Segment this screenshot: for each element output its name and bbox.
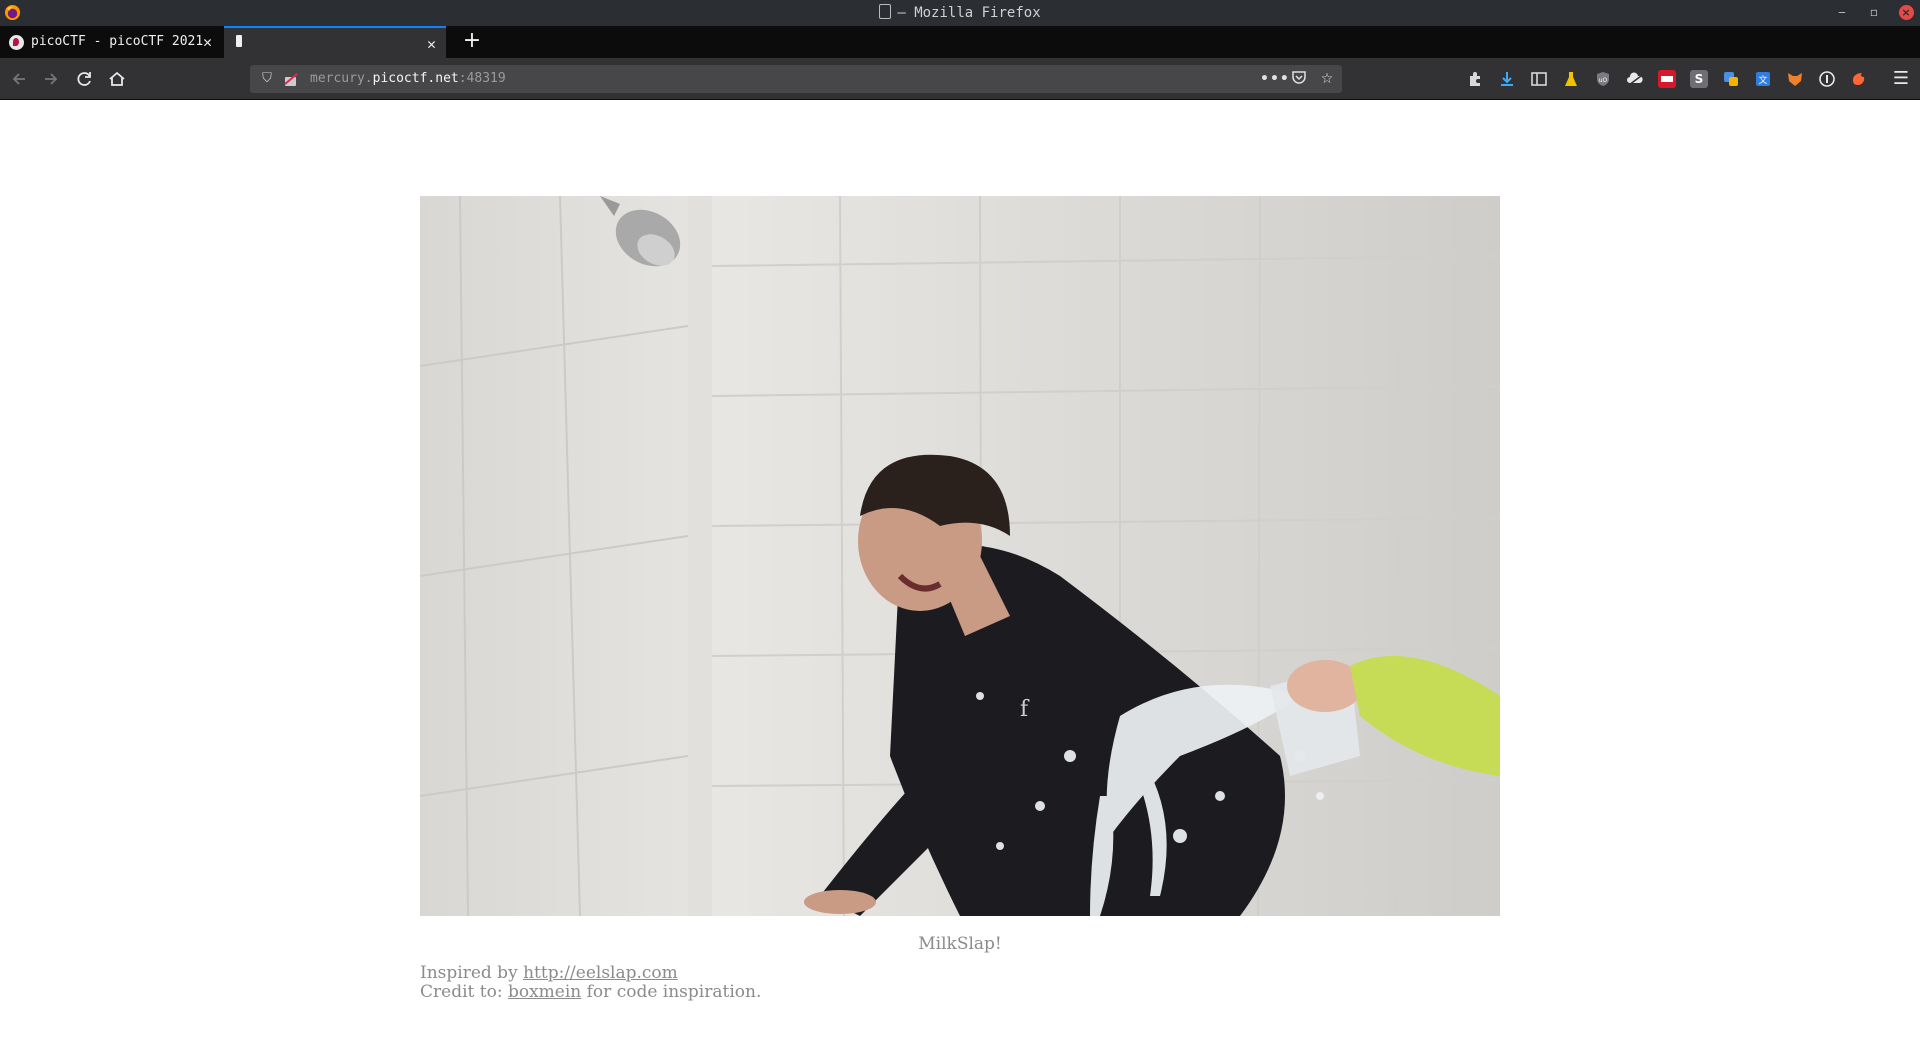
window-title: — Mozilla Firefox <box>0 0 1920 26</box>
tab-strip: picoCTF - picoCTF 2021 ✕ ✕ <box>0 26 1920 58</box>
bookmark-star-icon[interactable]: ☆ <box>1316 69 1338 89</box>
translate-icon[interactable] <box>1722 70 1740 88</box>
credits-block: Inspired by http://eelslap.com Credit to… <box>420 964 761 1002</box>
reload-icon <box>77 72 91 86</box>
url-port: :48319 <box>458 71 506 86</box>
pocket-icon[interactable] <box>1288 69 1310 89</box>
wappalyzer-icon[interactable]: 文 <box>1754 70 1772 88</box>
url-host: picoctf.net <box>372 71 459 86</box>
eelslap-link[interactable]: http://eelslap.com <box>523 963 678 983</box>
inspired-line: Inspired by http://eelslap.com <box>420 964 761 983</box>
tab-close-icon[interactable]: ✕ <box>427 28 436 60</box>
burp-icon[interactable] <box>1850 70 1868 88</box>
milkslap-photo-illustration: f <box>420 196 1500 916</box>
red-extension-icon[interactable] <box>1658 70 1676 88</box>
tab-picoctf[interactable]: picoCTF - picoCTF 2021 ✕ <box>0 26 222 58</box>
puzzle-icon[interactable] <box>1466 70 1484 88</box>
url-bar[interactable]: ⛉ mercury.picoctf.net:48319 ••• ☆ <box>250 65 1342 93</box>
page-caption: MilkSlap! <box>918 934 1002 954</box>
arrow-left-icon <box>12 73 25 85</box>
navigation-toolbar: ⛉ mercury.picoctf.net:48319 ••• ☆ uO S 文 <box>0 58 1920 100</box>
picoctf-favicon-icon <box>9 35 24 50</box>
credit-line: Credit to: boxmein for code inspiration. <box>420 983 761 1002</box>
tab-milkslap[interactable]: ✕ <box>224 26 446 58</box>
ublock-icon[interactable]: uO <box>1594 70 1612 88</box>
inspired-prefix: Inspired by <box>420 963 524 983</box>
boxmein-link[interactable]: boxmein <box>508 982 581 1002</box>
fox-icon[interactable] <box>1786 70 1804 88</box>
onepassword-icon[interactable] <box>1818 70 1836 88</box>
sidebar-icon[interactable] <box>1530 70 1548 88</box>
new-tab-button[interactable]: + <box>456 26 488 58</box>
cloud-icon[interactable] <box>1626 70 1644 88</box>
reload-button[interactable] <box>72 66 98 92</box>
page-actions-more-icon[interactable]: ••• <box>1260 69 1289 89</box>
window-titlebar: — Mozilla Firefox ‒ ▫ × <box>0 0 1920 26</box>
s-extension-icon[interactable]: S <box>1690 70 1708 88</box>
credit-suffix: for code inspiration. <box>581 982 762 1002</box>
forward-button[interactable] <box>38 66 64 92</box>
url-prefix: mercury. <box>310 71 373 86</box>
insecure-lock-icon[interactable] <box>282 70 300 88</box>
window-close-button[interactable]: × <box>1896 0 1916 26</box>
back-button[interactable] <box>6 66 32 92</box>
minimize-button[interactable]: ‒ <box>1832 0 1852 26</box>
milkslap-image[interactable]: f <box>420 196 1500 916</box>
maximize-button[interactable]: ▫ <box>1864 0 1884 26</box>
tab-close-icon[interactable]: ✕ <box>203 26 212 58</box>
svg-text:文: 文 <box>1758 74 1767 86</box>
home-icon <box>109 71 125 86</box>
svg-text:uO: uO <box>1599 77 1608 84</box>
url-text[interactable]: mercury.picoctf.net:48319 <box>310 65 506 93</box>
tracking-protection-shield-icon[interactable]: ⛉ <box>258 70 276 88</box>
milk-glass-favicon-icon <box>236 35 242 47</box>
document-icon <box>879 4 892 19</box>
home-button[interactable] <box>104 66 130 92</box>
flask-icon[interactable] <box>1562 70 1580 88</box>
tab-label: picoCTF - picoCTF 2021 <box>31 34 204 49</box>
credit-prefix: Credit to: <box>420 982 508 1002</box>
download-icon[interactable] <box>1498 70 1516 88</box>
window-title-text: — Mozilla Firefox <box>897 5 1041 21</box>
arrow-right-icon <box>45 73 58 85</box>
hamburger-menu-button[interactable]: ☰ <box>1890 68 1912 90</box>
close-icon: × <box>1898 5 1914 20</box>
